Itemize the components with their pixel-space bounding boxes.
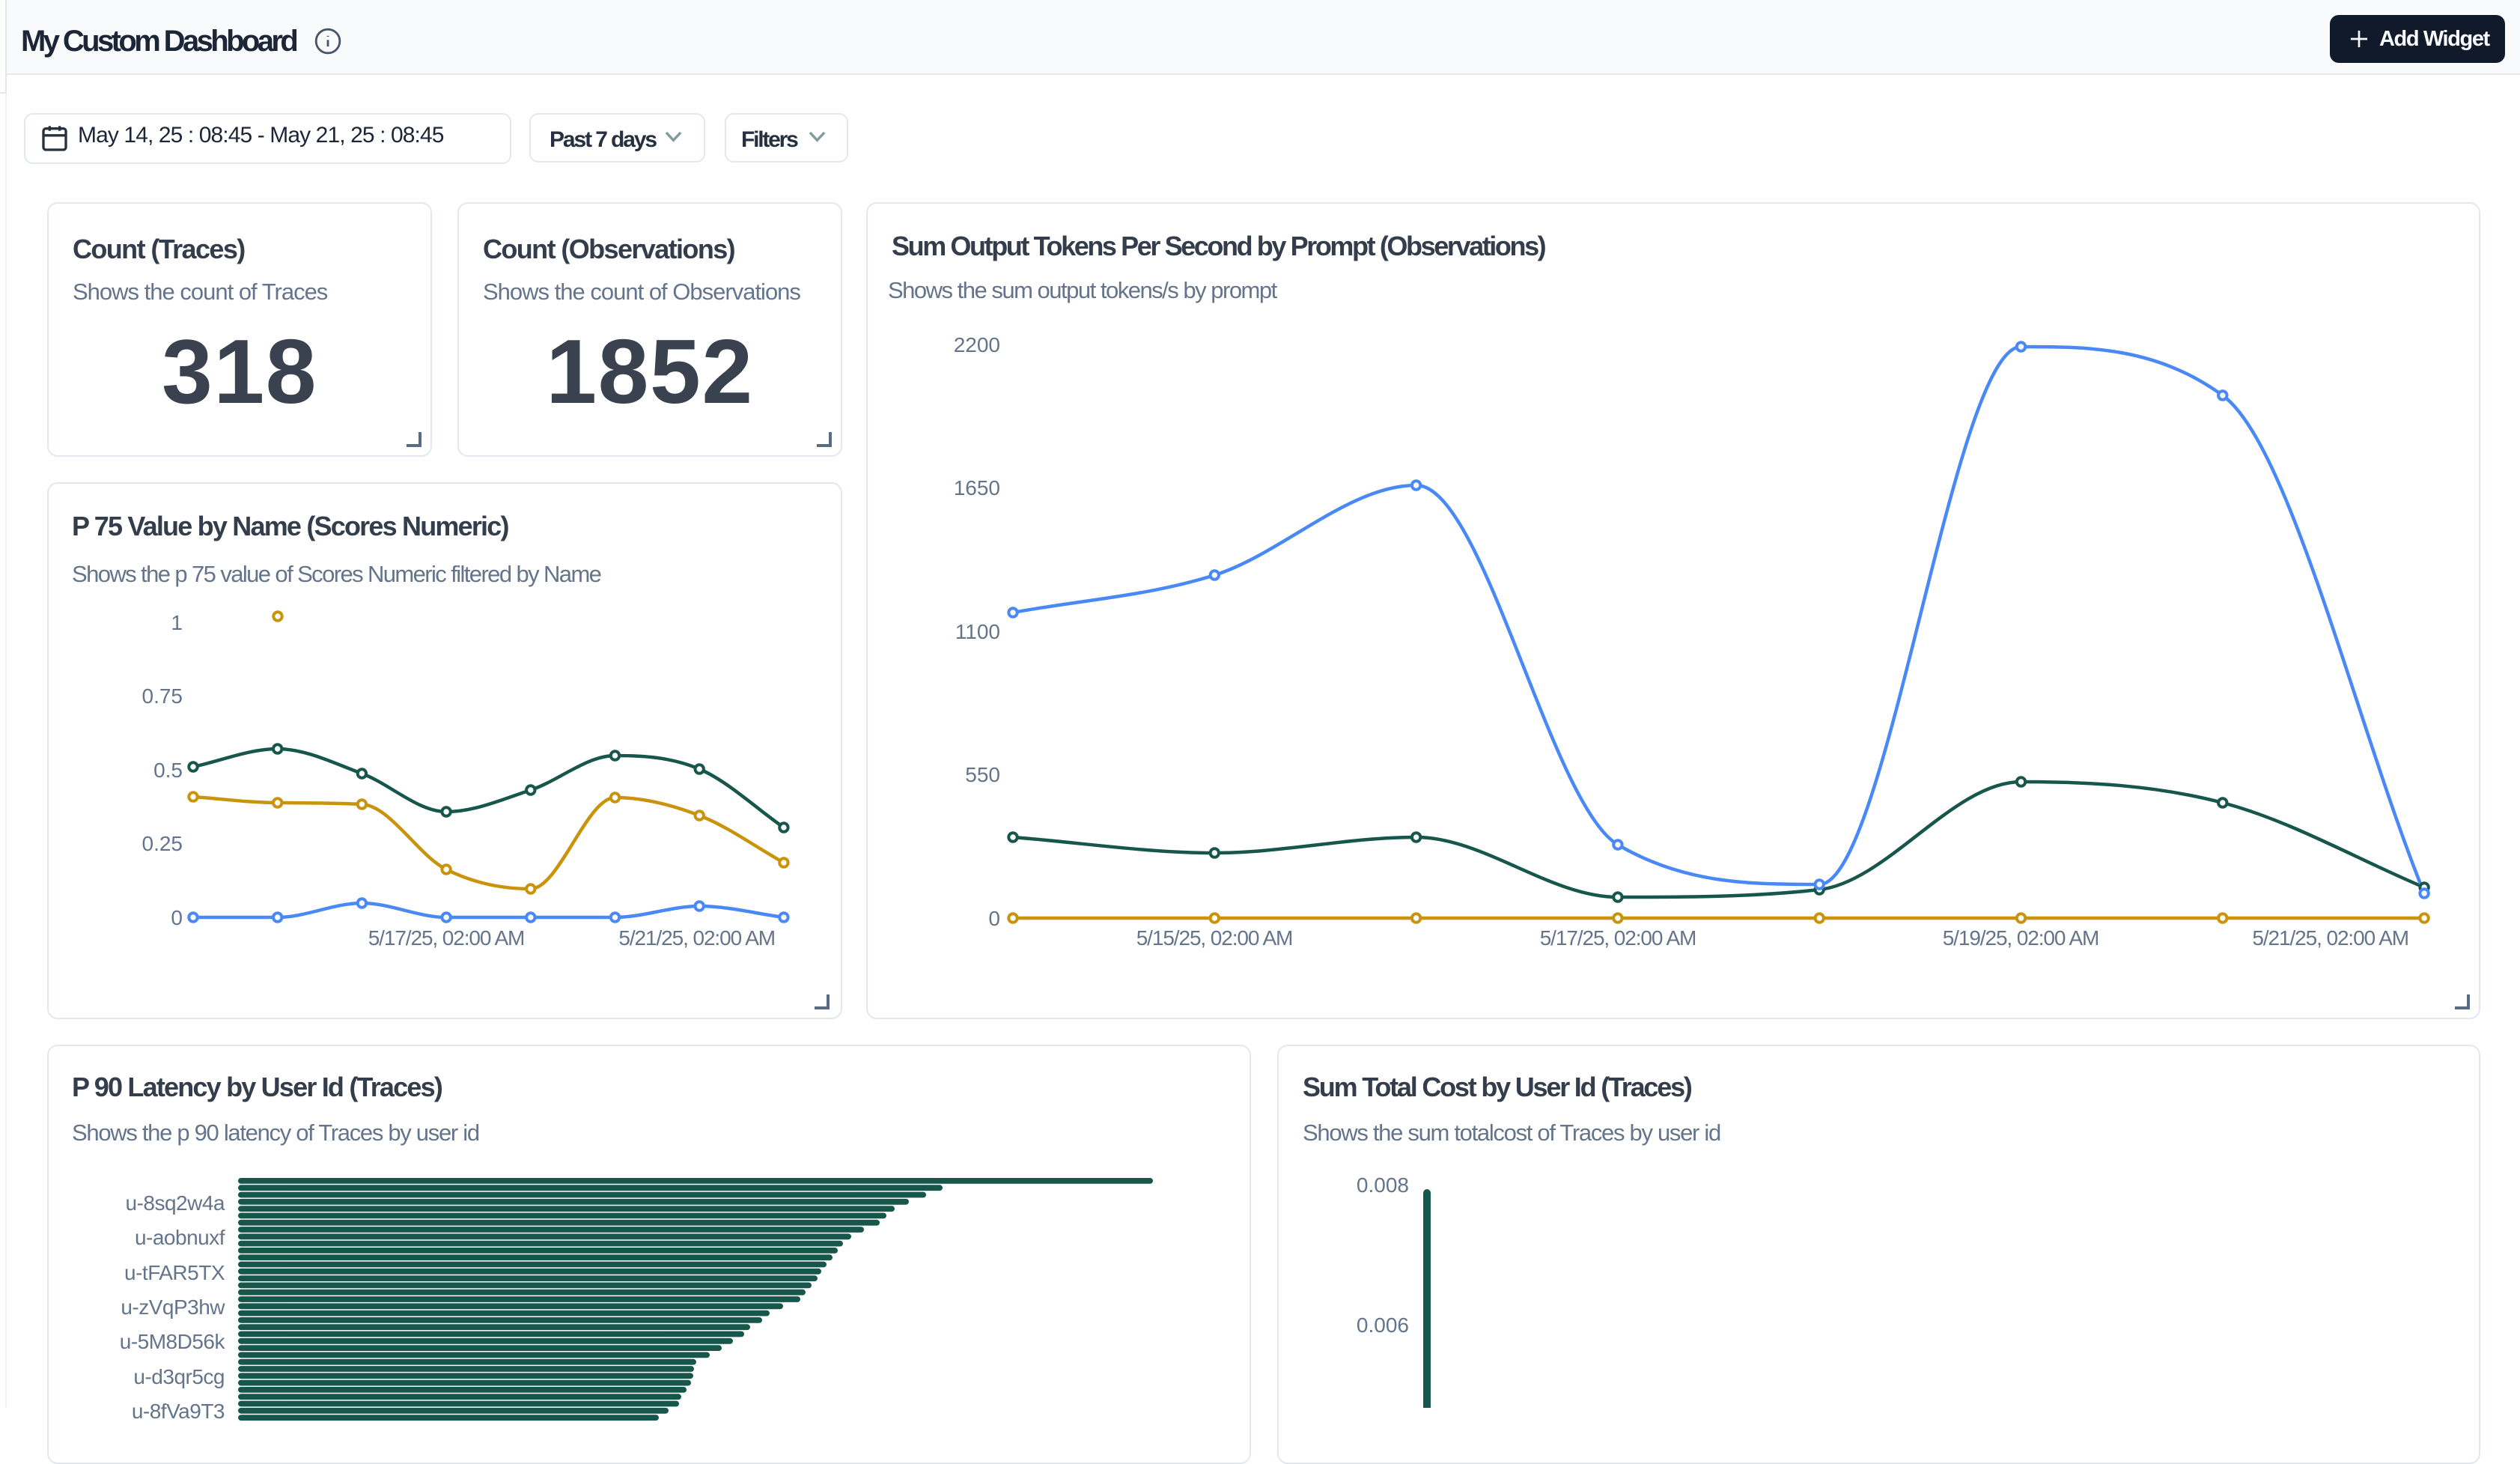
svg-text:u-zVqP3hw: u-zVqP3hw (121, 1296, 225, 1319)
svg-text:u-tFAR5TX: u-tFAR5TX (124, 1261, 225, 1284)
svg-text:0.5: 0.5 (153, 759, 183, 782)
svg-text:u-5M8D56k: u-5M8D56k (120, 1330, 226, 1353)
svg-text:0: 0 (988, 907, 1000, 930)
svg-text:550: 550 (965, 763, 1000, 786)
svg-text:2200: 2200 (954, 333, 1000, 356)
svg-text:5/21/25, 02:00 AM: 5/21/25, 02:00 AM (2252, 926, 2408, 950)
svg-text:1100: 1100 (955, 620, 1000, 643)
svg-text:5/15/25, 02:00 AM: 5/15/25, 02:00 AM (1136, 926, 1293, 950)
svg-text:1650: 1650 (954, 476, 1000, 499)
svg-text:u-8fVa9T3: u-8fVa9T3 (132, 1400, 225, 1423)
svg-text:0.25: 0.25 (142, 832, 183, 855)
svg-text:5/21/25, 02:00 AM: 5/21/25, 02:00 AM (618, 926, 775, 950)
svg-text:u-aobnuxf: u-aobnuxf (135, 1226, 225, 1249)
svg-text:u-d3qr5cg: u-d3qr5cg (133, 1365, 225, 1388)
svg-text:0.006: 0.006 (1357, 1313, 1409, 1337)
svg-text:1: 1 (171, 611, 183, 634)
svg-text:5/19/25, 02:00 AM: 5/19/25, 02:00 AM (1943, 926, 2099, 950)
svg-text:0.75: 0.75 (142, 684, 183, 708)
svg-text:5/17/25, 02:00 AM: 5/17/25, 02:00 AM (368, 926, 525, 950)
svg-text:0.008: 0.008 (1357, 1173, 1409, 1197)
svg-text:5/17/25, 02:00 AM: 5/17/25, 02:00 AM (1540, 926, 1696, 950)
svg-text:0: 0 (171, 906, 183, 929)
svg-text:u-8sq2w4a: u-8sq2w4a (126, 1191, 225, 1215)
